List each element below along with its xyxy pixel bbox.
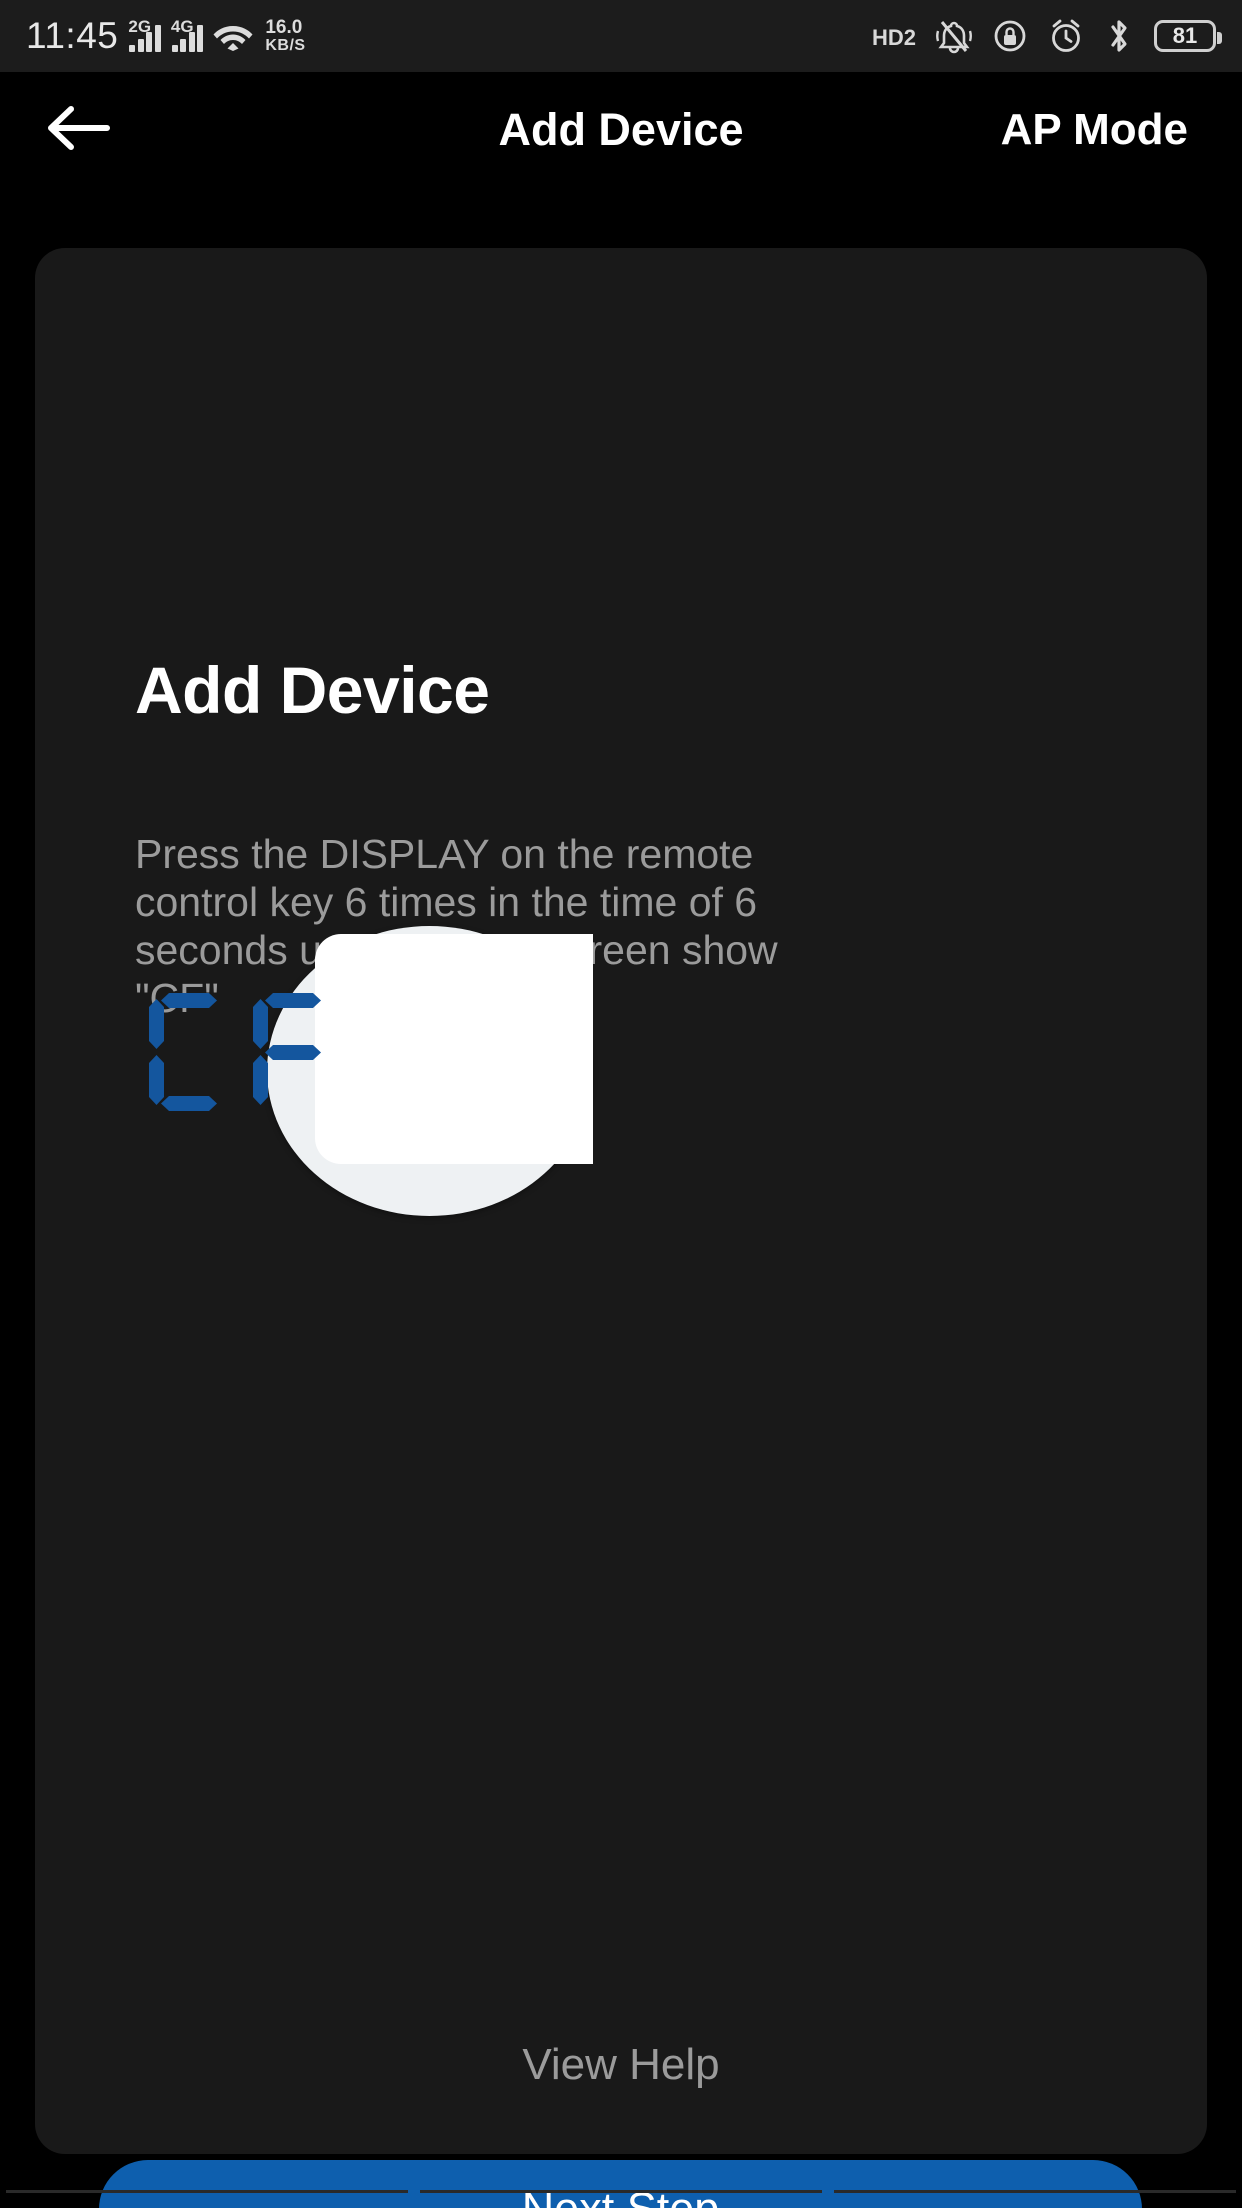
nav-hint-left[interactable] <box>6 2190 408 2208</box>
lcd-segment-display <box>145 993 335 1111</box>
lcd-char-c <box>145 993 231 1111</box>
view-help-link[interactable]: View Help <box>35 2040 1207 2090</box>
bluetooth-icon <box>1104 18 1134 54</box>
bottom-nav-hint <box>0 2190 1242 2208</box>
signal-indicator-sim1: 2G <box>128 17 161 52</box>
vibrate-silent-icon <box>936 18 972 54</box>
wifi-icon <box>213 20 253 52</box>
status-bar: 11:45 2G 4G 16.0 KB/S HD2 81 <box>0 0 1242 72</box>
illustration-panel <box>315 934 593 1164</box>
data-rate-unit: KB/S <box>265 36 306 54</box>
add-device-card: Add Device Press the DISPLAY on the remo… <box>35 248 1207 2208</box>
battery-indicator: 81 <box>1154 20 1222 52</box>
nav-hint-center[interactable] <box>420 2190 822 2208</box>
rotation-lock-icon <box>992 18 1028 54</box>
card-heading: Add Device <box>135 653 490 727</box>
app-bar: Add Device AP Mode <box>0 72 1242 188</box>
battery-level-label: 81 <box>1172 23 1198 48</box>
data-rate-indicator: 16.0 KB/S <box>265 16 306 55</box>
network-type-label-sim2: 4G <box>170 17 194 36</box>
alarm-clock-icon <box>1048 18 1084 54</box>
network-type-label-sim1: 2G <box>128 17 152 36</box>
nav-hint-right[interactable] <box>834 2190 1236 2208</box>
phone-screen: 11:45 2G 4G 16.0 KB/S HD2 81 Add Device … <box>0 0 1242 2208</box>
hd-call-icon: HD2 <box>871 25 916 50</box>
data-rate-value: 16.0 <box>265 16 303 38</box>
status-bar-right: HD2 81 <box>871 18 1222 54</box>
lcd-char-f <box>249 993 335 1111</box>
signal-indicator-sim2: 4G <box>170 17 204 52</box>
ap-mode-button[interactable]: AP Mode <box>1001 105 1188 155</box>
status-bar-left: 11:45 2G 4G 16.0 KB/S <box>26 15 306 57</box>
status-clock: 11:45 <box>26 15 119 56</box>
